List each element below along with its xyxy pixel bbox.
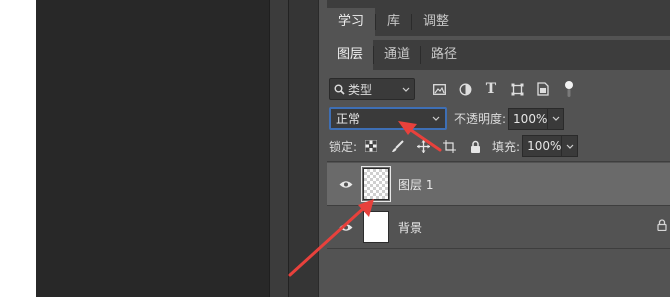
filter-pixel-layers-icon[interactable]: [429, 79, 449, 99]
opacity-dropdown-arrow[interactable]: [548, 107, 565, 130]
layer-thumbnail[interactable]: [361, 166, 391, 202]
chevron-down-icon: [566, 144, 574, 149]
filter-kind-label: 类型: [348, 82, 373, 97]
visibility-eye-icon[interactable]: [336, 180, 356, 189]
filter-toggle-icon[interactable]: [559, 79, 579, 99]
filter-smart-objects-icon[interactable]: [533, 79, 553, 99]
tab-paths[interactable]: 路径: [421, 40, 467, 70]
lock-artboard-icon[interactable]: [439, 136, 459, 156]
chevron-down-icon: [552, 116, 559, 121]
tab-channels[interactable]: 通道: [374, 40, 420, 70]
layer-thumbnail[interactable]: [363, 211, 389, 243]
tab-libraries[interactable]: 库: [376, 8, 411, 36]
canvas-scrollbar-gutter: [269, 0, 289, 297]
fill-input[interactable]: 100%: [522, 135, 563, 157]
layer-name[interactable]: 背景: [398, 219, 422, 236]
layer-row-background[interactable]: 背景: [327, 206, 670, 248]
blend-mode-value: 正常: [336, 112, 361, 126]
tab-layers[interactable]: 图层: [327, 40, 374, 70]
panel-icon-bar: [288, 0, 319, 297]
layer-name[interactable]: 图层 1: [398, 176, 433, 193]
fill-label: 填充:: [492, 139, 521, 154]
search-icon: [334, 84, 345, 95]
lock-position-icon[interactable]: [413, 136, 433, 156]
document-canvas-area[interactable]: [36, 0, 269, 297]
opacity-label: 不透明度:: [454, 112, 507, 126]
fill-dropdown-arrow[interactable]: [562, 135, 579, 157]
lock-label: 锁定:: [329, 139, 358, 154]
panel-tab-bar-top: 学习 库 调整: [327, 8, 670, 36]
visibility-eye-icon[interactable]: [336, 223, 356, 232]
blend-opacity-row: 正常 不透明度: 100%: [329, 107, 565, 130]
filter-shape-layers-icon[interactable]: [507, 79, 527, 99]
chevron-down-icon: [402, 87, 410, 92]
lock-fill-row: 锁定: 填充: 100%: [329, 135, 579, 157]
chevron-down-icon: [432, 116, 440, 121]
tab-learn[interactable]: 学习: [327, 8, 376, 36]
lock-transparent-pixels-icon[interactable]: [361, 136, 381, 156]
tab-adjustments[interactable]: 调整: [412, 8, 460, 36]
opacity-input[interactable]: 100%: [508, 107, 549, 130]
divider: [327, 161, 670, 162]
layer-row-layer1[interactable]: 图层 1: [327, 163, 670, 205]
panel-header-strip: [327, 0, 670, 8]
blend-mode-select[interactable]: 正常: [329, 107, 447, 130]
divider: [327, 248, 670, 249]
layer-filter-kind-select[interactable]: 类型: [329, 78, 415, 100]
filter-adjustment-layers-icon[interactable]: [455, 79, 475, 99]
layers-panel-dock: 学习 库 调整 图层 通道 路径 类型 T 正常 不透明度: 100% 锁定: …: [318, 0, 670, 297]
lock-all-icon[interactable]: [465, 136, 485, 156]
panel-tab-bar-layers: 图层 通道 路径: [327, 40, 670, 70]
layer-lock-icon[interactable]: [657, 219, 667, 231]
lock-image-pixels-icon[interactable]: [387, 136, 407, 156]
filter-type-layers-icon[interactable]: T: [481, 79, 501, 99]
filter-row: 类型 T: [329, 78, 579, 100]
